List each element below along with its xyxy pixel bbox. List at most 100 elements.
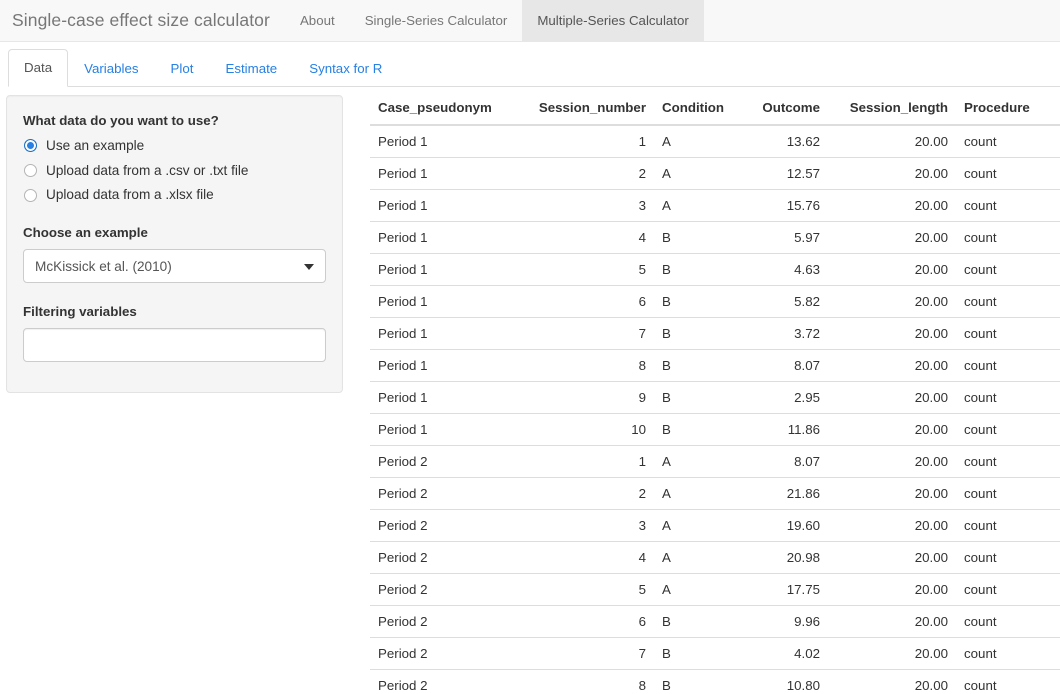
cell-outcome: 13.62 <box>738 124 828 158</box>
navbar: Single-case effect size calculator About… <box>0 0 1060 42</box>
radio-unselected-icon <box>24 164 37 177</box>
tab-strip-wrapper: Data Variables Plot Estimate Syntax for … <box>0 42 1060 87</box>
radio-selected-icon <box>24 139 37 153</box>
column-header-session-length[interactable]: Session_length <box>828 92 956 126</box>
cell-outcome: 15.76 <box>738 189 828 222</box>
cell-session-length: 20.00 <box>828 285 956 318</box>
table-row: Period 1 5 B 4.63 20.00 count <box>370 253 1060 286</box>
tab-estimate[interactable]: Estimate <box>209 50 293 87</box>
cell-case-pseudonym: Period 1 <box>370 413 520 446</box>
cell-session-number: 6 <box>520 285 654 318</box>
radio-upload-xlsx[interactable]: Upload data from a .xlsx file <box>23 186 326 204</box>
tab-variables[interactable]: Variables <box>68 50 154 87</box>
cell-session-number: 7 <box>520 317 654 350</box>
radio-label-upload-xlsx: Upload data from a .xlsx file <box>46 187 214 203</box>
chevron-down-icon <box>304 264 314 271</box>
cell-outcome: 19.60 <box>738 509 828 542</box>
cell-procedure: count <box>956 541 1060 574</box>
main-column: Case_pseudonym Session_number Condition … <box>352 87 1060 694</box>
cell-procedure: count <box>956 605 1060 638</box>
cell-case-pseudonym: Period 1 <box>370 349 520 382</box>
column-header-case-pseudonym[interactable]: Case_pseudonym <box>370 92 520 126</box>
cell-session-number: 4 <box>520 541 654 574</box>
cell-session-length: 20.00 <box>828 637 956 670</box>
cell-session-length: 20.00 <box>828 477 956 510</box>
tab-syntax-for-r[interactable]: Syntax for R <box>293 50 398 87</box>
cell-condition: B <box>654 637 738 670</box>
cell-condition: A <box>654 189 738 222</box>
cell-case-pseudonym: Period 2 <box>370 573 520 606</box>
cell-session-number: 4 <box>520 221 654 254</box>
column-header-session-number[interactable]: Session_number <box>520 92 654 126</box>
nav-item-multiple-series-calculator[interactable]: Multiple-Series Calculator <box>522 0 704 41</box>
cell-case-pseudonym: Period 1 <box>370 285 520 318</box>
column-header-outcome[interactable]: Outcome <box>738 92 828 126</box>
nav-item-single-series-calculator[interactable]: Single-Series Calculator <box>350 0 523 41</box>
cell-outcome: 8.07 <box>738 445 828 478</box>
cell-condition: A <box>654 509 738 542</box>
table-row: Period 2 8 B 10.80 20.00 count <box>370 669 1060 694</box>
radio-unselected-icon <box>24 188 37 202</box>
cell-session-length: 20.00 <box>828 189 956 222</box>
cell-session-length: 20.00 <box>828 605 956 638</box>
cell-procedure: count <box>956 381 1060 414</box>
cell-procedure: count <box>956 221 1060 254</box>
example-select[interactable]: McKissick et al. (2010) <box>23 249 326 284</box>
table-row: Period 2 7 B 4.02 20.00 count <box>370 637 1060 670</box>
table-row: Period 1 10 B 11.86 20.00 count <box>370 413 1060 446</box>
cell-procedure: count <box>956 157 1060 190</box>
cell-case-pseudonym: Period 2 <box>370 605 520 638</box>
cell-condition: B <box>654 669 738 694</box>
tab-strip: Data Variables Plot Estimate Syntax for … <box>8 49 1060 87</box>
cell-outcome: 9.96 <box>738 605 828 638</box>
cell-outcome: 21.86 <box>738 477 828 510</box>
cell-case-pseudonym: Period 1 <box>370 157 520 190</box>
cell-procedure: count <box>956 189 1060 222</box>
cell-outcome: 20.98 <box>738 541 828 574</box>
table-row: Period 1 1 A 13.62 20.00 count <box>370 124 1060 158</box>
cell-case-pseudonym: Period 1 <box>370 253 520 286</box>
table-scroll-area[interactable]: Case_pseudonym Session_number Condition … <box>370 92 1060 694</box>
cell-condition: A <box>654 157 738 190</box>
cell-session-length: 20.00 <box>828 124 956 158</box>
column-header-procedure[interactable]: Procedure <box>956 92 1060 126</box>
navbar-menu: About Single-Series Calculator Multiple-… <box>285 0 704 41</box>
cell-session-number: 9 <box>520 381 654 414</box>
table-row: Period 2 6 B 9.96 20.00 count <box>370 605 1060 638</box>
cell-condition: B <box>654 413 738 446</box>
cell-session-length: 20.00 <box>828 317 956 350</box>
cell-procedure: count <box>956 509 1060 542</box>
cell-case-pseudonym: Period 1 <box>370 124 520 158</box>
cell-condition: B <box>654 349 738 382</box>
cell-procedure: count <box>956 253 1060 286</box>
cell-case-pseudonym: Period 2 <box>370 445 520 478</box>
cell-session-length: 20.00 <box>828 221 956 254</box>
cell-session-number: 3 <box>520 189 654 222</box>
filtering-variables-input[interactable] <box>23 328 326 363</box>
nav-item-about[interactable]: About <box>285 0 350 41</box>
cell-condition: B <box>654 285 738 318</box>
cell-session-number: 5 <box>520 253 654 286</box>
radio-use-an-example[interactable]: Use an example <box>23 137 326 155</box>
cell-procedure: count <box>956 669 1060 694</box>
cell-session-number: 5 <box>520 573 654 606</box>
cell-procedure: count <box>956 349 1060 382</box>
cell-condition: B <box>654 605 738 638</box>
radio-upload-csv-txt[interactable]: Upload data from a .csv or .txt file <box>23 162 326 180</box>
cell-condition: B <box>654 253 738 286</box>
cell-outcome: 5.82 <box>738 285 828 318</box>
tab-data[interactable]: Data <box>8 49 69 87</box>
cell-session-length: 20.00 <box>828 669 956 694</box>
cell-case-pseudonym: Period 2 <box>370 541 520 574</box>
tab-plot[interactable]: Plot <box>155 50 210 87</box>
table-row: Period 1 7 B 3.72 20.00 count <box>370 317 1060 350</box>
cell-case-pseudonym: Period 1 <box>370 381 520 414</box>
table-row: Period 2 5 A 17.75 20.00 count <box>370 573 1060 606</box>
cell-outcome: 12.57 <box>738 157 828 190</box>
cell-outcome: 2.95 <box>738 381 828 414</box>
cell-outcome: 4.63 <box>738 253 828 286</box>
cell-outcome: 8.07 <box>738 349 828 382</box>
cell-session-length: 20.00 <box>828 509 956 542</box>
cell-case-pseudonym: Period 2 <box>370 669 520 694</box>
column-header-condition[interactable]: Condition <box>654 92 738 126</box>
